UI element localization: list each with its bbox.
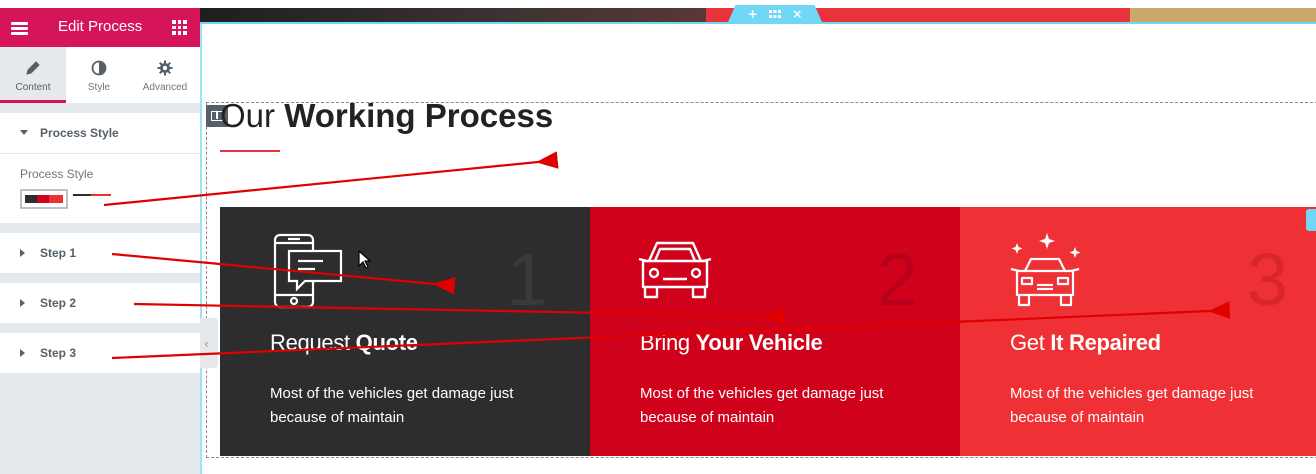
hamburger-menu-icon[interactable] <box>10 20 30 36</box>
panel-tabs: Content Style Advanced <box>0 47 200 103</box>
phone-chat-icon <box>273 233 343 309</box>
tab-advanced[interactable]: Advanced <box>132 47 198 103</box>
section-step-1[interactable]: Step 1 <box>0 233 200 273</box>
caret-right-icon <box>20 249 25 257</box>
step-description: Most of the vehicles get damage just bec… <box>640 385 884 426</box>
collapse-panel-button[interactable]: ‹ <box>200 318 218 368</box>
step-title: Request Quote <box>270 330 418 355</box>
process-style-choices <box>20 189 112 214</box>
pencil-icon <box>26 61 40 75</box>
gear-icon <box>157 60 173 76</box>
process-step-card[interactable]: 3 Get It Repaired Most of the vehicles g… <box>960 207 1316 456</box>
process-step-card[interactable]: 1 Request Quote Most of the vehicles get… <box>220 207 590 456</box>
car-icon <box>638 241 712 299</box>
caret-right-icon <box>20 349 25 357</box>
page-heading[interactable]: Our Working Process <box>220 97 553 135</box>
section-step-2[interactable]: Step 2 <box>0 283 200 323</box>
editor-window: + × Our Working Process 1 Request Quote … <box>0 0 1316 474</box>
chevron-left-icon: ‹ <box>204 337 209 351</box>
sparkling-car-icon <box>1010 233 1081 307</box>
step-description: Most of the vehicles get damage just bec… <box>270 385 514 426</box>
edit-widget-tab[interactable] <box>1306 209 1316 231</box>
section-outline <box>200 22 1316 24</box>
step-title: Bring Your Vehicle <box>640 330 823 355</box>
heading-underline <box>220 150 280 152</box>
step-number: 1 <box>506 238 548 321</box>
contrast-icon <box>91 60 107 76</box>
close-section-icon[interactable]: × <box>792 7 802 21</box>
canvas-edge <box>200 22 202 474</box>
move-grid-icon[interactable] <box>768 7 781 21</box>
section-step-3[interactable]: Step 3 <box>0 333 200 373</box>
tab-style[interactable]: Style <box>66 47 132 103</box>
process-step-card[interactable]: 2 Bring Your Vehicle Most of the vehicle… <box>590 207 960 456</box>
tab-content[interactable]: Content <box>0 47 66 103</box>
panel-header: Edit Process <box>0 8 200 47</box>
caret-down-icon <box>20 130 28 135</box>
step-title: Get It Repaired <box>1010 330 1161 355</box>
add-section-icon[interactable]: + <box>748 7 758 21</box>
process-style-option-2[interactable] <box>73 194 111 196</box>
caret-right-icon <box>20 299 25 307</box>
step-number: 2 <box>876 238 918 321</box>
process-style-label: Process Style <box>20 167 94 181</box>
step-number: 3 <box>1246 238 1288 321</box>
process-style-option-1[interactable] <box>20 189 68 209</box>
editor-panel: Edit Process Content Style Advanced Proc… <box>0 0 200 474</box>
panel-title: Edit Process <box>58 18 143 35</box>
step-description: Most of the vehicles get damage just bec… <box>1010 385 1254 426</box>
mouse-cursor-icon <box>358 250 372 269</box>
section-handle[interactable]: + × <box>728 5 822 22</box>
widgets-grid-icon[interactable] <box>172 20 187 35</box>
section-header[interactable]: Process Style <box>0 113 200 153</box>
